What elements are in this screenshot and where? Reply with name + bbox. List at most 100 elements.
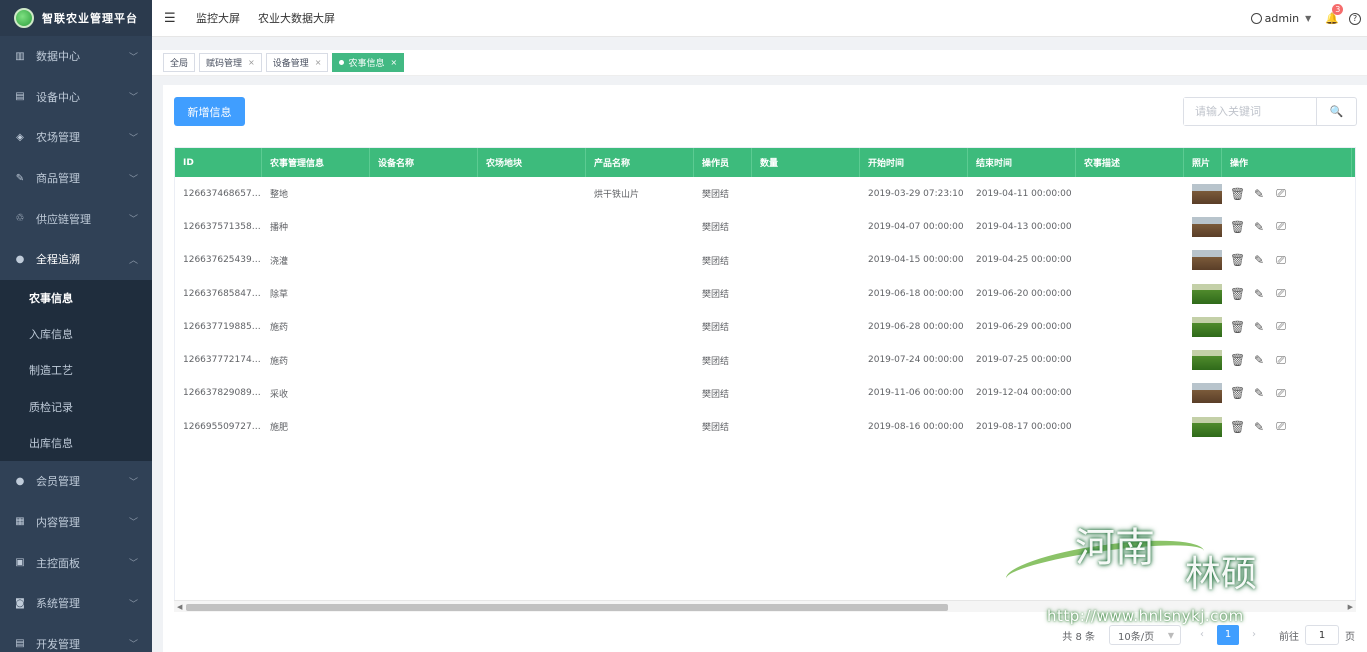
hamburger-icon[interactable]: ☰	[164, 11, 178, 26]
scroll-thumb[interactable]	[186, 604, 948, 611]
tag-coding[interactable]: 赋码管理 ×	[199, 53, 262, 72]
edit-icon[interactable]: ✎	[1252, 287, 1266, 301]
chevron-down-icon: ﹀	[128, 477, 138, 488]
column-header[interactable]: 操作	[1222, 148, 1352, 177]
column-header[interactable]: 数量	[752, 148, 860, 177]
photo-thumbnail[interactable]	[1192, 350, 1222, 371]
submenu-item[interactable]: 农事信息	[0, 280, 152, 316]
table-row[interactable]: 1266375713581... 播种 樊团结 2019-04-07 00:00:00…	[175, 210, 1355, 243]
scroll-right-icon[interactable]: ▶	[1348, 601, 1353, 613]
sidebar-item-trace[interactable]: ● 全程追溯 ︿	[0, 239, 152, 280]
sidebar-item-content[interactable]: ▦ 内容管理 ﹀	[0, 502, 152, 543]
edit-icon[interactable]: ✎	[1252, 253, 1266, 267]
column-header[interactable]: 产品名称	[586, 148, 694, 177]
brand[interactable]: 智联农业管理平台	[0, 0, 152, 36]
delete-icon[interactable]: 🗑	[1230, 253, 1245, 267]
cell-id: 1266377198856...	[183, 321, 262, 332]
column-header[interactable]: 设备名称	[370, 148, 478, 177]
prev-page-button[interactable]: ‹	[1191, 625, 1213, 645]
view-icon[interactable]: ⎚	[1274, 253, 1288, 268]
tag-farming-info[interactable]: 农事信息 ×	[332, 53, 405, 72]
photo-thumbnail[interactable]	[1192, 283, 1222, 304]
view-icon[interactable]: ⎚	[1274, 219, 1288, 234]
edit-icon[interactable]: ✎	[1252, 353, 1266, 367]
goto-page-input[interactable]	[1305, 625, 1339, 645]
close-icon[interactable]: ×	[390, 58, 397, 67]
search-icon[interactable]: 🔍	[1316, 98, 1356, 125]
edit-icon[interactable]: ✎	[1252, 187, 1266, 201]
submenu-item[interactable]: 入库信息	[0, 316, 152, 352]
delete-icon[interactable]: 🗑	[1230, 353, 1245, 367]
submenu-item[interactable]: 质检记录	[0, 388, 152, 424]
column-header[interactable]: ID	[175, 148, 262, 177]
sidebar-item-member[interactable]: ● 会员管理 ﹀	[0, 461, 152, 502]
delete-icon[interactable]: 🗑	[1230, 420, 1245, 434]
column-header[interactable]: 操作员	[694, 148, 752, 177]
edit-icon[interactable]: ✎	[1252, 386, 1266, 400]
photo-thumbnail[interactable]	[1192, 416, 1222, 437]
close-icon[interactable]: ×	[315, 58, 322, 67]
table-row[interactable]: 1266378290893... 采收 樊团结 2019-11-06 00:00:00…	[175, 377, 1355, 410]
view-icon[interactable]: ⎚	[1274, 386, 1288, 401]
scroll-left-icon[interactable]: ◀	[177, 601, 182, 613]
add-info-button[interactable]: 新增信息	[174, 97, 245, 126]
column-header[interactable]: 农场地块	[478, 148, 586, 177]
table-row[interactable]: 1266376254399... 浇灌 樊团结 2019-04-15 00:00:00…	[175, 244, 1355, 277]
bell-icon[interactable]: 🔔 3	[1325, 4, 1344, 25]
table-row[interactable]: 1266377721747... 施药 樊团结 2019-07-24 00:00:00…	[175, 343, 1355, 376]
photo-thumbnail[interactable]	[1192, 383, 1222, 404]
view-icon[interactable]: ⎚	[1274, 186, 1288, 201]
sidebar-item-goods[interactable]: ✎ 商品管理 ﹀	[0, 158, 152, 199]
sidebar-item-dev[interactable]: ▤ 开发管理 ﹀	[0, 623, 152, 652]
chevron-down-icon[interactable]: ▼	[1305, 14, 1311, 23]
view-icon[interactable]: ⎚	[1274, 419, 1288, 434]
app-title: 智联农业管理平台	[42, 12, 138, 25]
delete-icon[interactable]: 🗑	[1230, 220, 1245, 234]
table-row[interactable]: 1266376858479... 除草 樊团结 2019-06-18 00:00:00…	[175, 277, 1355, 310]
tag-device[interactable]: 设备管理 ×	[265, 53, 329, 72]
table-row[interactable]: 1266377198856... 施药 樊团结 2019-06-28 00:00:00…	[175, 310, 1355, 343]
help-icon[interactable]: ?	[1349, 12, 1361, 25]
delete-icon[interactable]: 🗑	[1230, 287, 1245, 301]
table-row[interactable]: 1266374686577... 整地 烘干铁山片 樊团结 2019-03-29 07:…	[175, 177, 1355, 210]
tag-all[interactable]: 全局	[163, 53, 196, 72]
horizontal-scrollbar[interactable]: ◀ ▶	[174, 600, 1356, 612]
sidebar-item-panel[interactable]: ▣ 主控面板 ﹀	[0, 542, 152, 583]
view-icon[interactable]: ⎚	[1274, 353, 1288, 368]
submenu-item[interactable]: 出库信息	[0, 425, 152, 461]
main-card: 新增信息 🔍 ID农事管理信息设备名称农场地块产品名称操作员数量开始时间结束时间…	[163, 85, 1367, 652]
view-icon[interactable]: ⎚	[1274, 319, 1288, 334]
sidebar-item-supply[interactable]: ♲ 供应链管理 ﹀	[0, 198, 152, 239]
column-header[interactable]: 农事管理信息	[262, 148, 370, 177]
table-row[interactable]: 1266955097279... 施肥 樊团结 2019-08-16 00:00:00…	[175, 410, 1355, 443]
edit-icon[interactable]: ✎	[1252, 320, 1266, 334]
edit-icon[interactable]: ✎	[1252, 420, 1266, 434]
sidebar-item-chart[interactable]: ▥ 数据中心 ﹀	[0, 36, 152, 77]
column-header[interactable]: 结束时间	[968, 148, 1076, 177]
photo-thumbnail[interactable]	[1192, 183, 1222, 204]
column-header[interactable]: 开始时间	[860, 148, 968, 177]
photo-thumbnail[interactable]	[1192, 216, 1222, 237]
photo-thumbnail[interactable]	[1192, 316, 1222, 337]
link-monitor-screen[interactable]: 监控大屏	[196, 10, 240, 26]
page-number-current[interactable]: 1	[1217, 625, 1239, 645]
delete-icon[interactable]: 🗑	[1230, 386, 1245, 400]
photo-thumbnail[interactable]	[1192, 250, 1222, 271]
user-name[interactable]: admin	[1265, 12, 1299, 25]
view-icon[interactable]: ⎚	[1274, 286, 1288, 301]
edit-icon[interactable]: ✎	[1252, 220, 1266, 234]
column-header[interactable]: 农事描述	[1076, 148, 1184, 177]
column-header[interactable]: 照片	[1184, 148, 1222, 177]
delete-icon[interactable]: 🗑	[1230, 187, 1245, 201]
close-icon[interactable]: ×	[248, 58, 255, 67]
submenu-item[interactable]: 制造工艺	[0, 352, 152, 388]
next-page-button[interactable]: ›	[1243, 625, 1265, 645]
sidebar-item-farm[interactable]: ◈ 农场管理 ﹀	[0, 117, 152, 158]
search-input[interactable]	[1184, 98, 1316, 125]
delete-icon[interactable]: 🗑	[1230, 320, 1245, 334]
sidebar-item-device[interactable]: ▤ 设备中心 ﹀	[0, 77, 152, 118]
page-size-select[interactable]: 10条/页 ▼	[1109, 625, 1181, 645]
link-bigdata-screen[interactable]: 农业大数据大屏	[258, 10, 335, 26]
submenu-trace: 农事信息 入库信息 制造工艺 质检记录 出库信息	[0, 279, 152, 462]
sidebar-item-system[interactable]: ◙ 系统管理 ﹀	[0, 583, 152, 624]
